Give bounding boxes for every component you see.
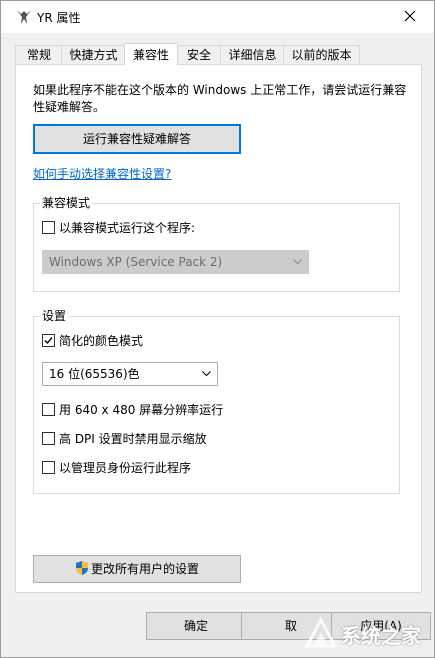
color-depth-value: 16 位(65536)色 <box>49 367 140 381</box>
chevron-down-icon <box>202 371 211 377</box>
reduced-color-label: 简化的颜色模式 <box>59 334 144 348</box>
checkmark-icon <box>44 337 53 345</box>
resolution-label: 用 640 x 480 屏幕分辨率运行 <box>59 403 224 417</box>
compat-mode-group-title: 兼容模式 <box>40 195 93 211</box>
change-all-users-button[interactable]: 更改所有用户的设置 <box>33 555 241 583</box>
compat-mode-group: 兼容模式 以兼容模式运行这个程序: Windows XP (Service Pa… <box>33 195 400 292</box>
close-button[interactable] <box>388 1 434 33</box>
manual-settings-link[interactable]: 如何手动选择兼容性设置? <box>33 165 171 182</box>
color-depth-select[interactable]: 16 位(65536)色 <box>42 362 218 386</box>
intro-text: 如果此程序不能在这个版本的 Windows 上正常工作，请尝试运行兼容性疑难解答… <box>33 83 407 114</box>
close-icon <box>404 10 416 22</box>
settings-group-title: 设置 <box>40 308 69 324</box>
window-title: YR 属性 <box>37 11 81 25</box>
resolution-checkbox[interactable]: 用 640 x 480 屏幕分辨率运行 <box>42 403 223 419</box>
checkbox-box <box>42 403 55 416</box>
checkbox-box <box>42 461 55 474</box>
apply-button[interactable]: 应用(A) <box>331 612 431 640</box>
tab-general[interactable]: 常规 <box>15 45 63 65</box>
dpi-label: 高 DPI 设置时禁用显示缩放 <box>59 432 207 446</box>
properties-window: YR 属性 常规 快捷方式 兼容性 安全 详细信息 以前的版本 如果此程序不能在… <box>0 0 435 658</box>
dpi-checkbox[interactable]: 高 DPI 设置时禁用显示缩放 <box>42 432 207 448</box>
reduced-color-checkbox[interactable]: 简化的颜色模式 <box>42 334 143 350</box>
compat-mode-label: 以兼容模式运行这个程序: <box>59 221 196 235</box>
compat-mode-checkbox[interactable]: 以兼容模式运行这个程序: <box>42 221 195 237</box>
ok-button[interactable]: 确定 <box>146 612 246 640</box>
compatibility-panel: 如果此程序不能在这个版本的 Windows 上正常工作，请尝试运行兼容性疑难解答… <box>15 64 422 593</box>
tab-compatibility[interactable]: 兼容性 <box>124 43 178 66</box>
admin-checkbox[interactable]: 以管理员身份运行此程序 <box>42 461 191 477</box>
checkbox-box <box>42 432 55 445</box>
checkbox-box <box>42 221 55 234</box>
tab-details[interactable]: 详细信息 <box>220 45 285 65</box>
settings-group: 设置 简化的颜色模式 16 位(65536)色 用 640 x 480 屏幕分辨… <box>33 308 400 494</box>
cancel-button[interactable]: 取 <box>241 612 341 640</box>
compat-os-select: Windows XP (Service Pack 2) <box>42 250 309 274</box>
tab-security[interactable]: 安全 <box>176 45 222 65</box>
chevron-down-icon <box>293 259 302 265</box>
compat-os-value: Windows XP (Service Pack 2) <box>49 255 223 269</box>
run-troubleshooter-button[interactable]: 运行兼容性疑难解答 <box>33 124 241 154</box>
title-bar: YR 属性 <box>1 1 434 33</box>
checkbox-box <box>42 334 55 347</box>
change-all-users-label: 更改所有用户的设置 <box>90 562 199 576</box>
app-icon <box>17 10 31 24</box>
admin-label: 以管理员身份运行此程序 <box>59 461 192 475</box>
tab-previous-versions[interactable]: 以前的版本 <box>283 45 360 65</box>
tab-shortcut[interactable]: 快捷方式 <box>61 45 126 65</box>
shield-icon <box>75 561 88 575</box>
